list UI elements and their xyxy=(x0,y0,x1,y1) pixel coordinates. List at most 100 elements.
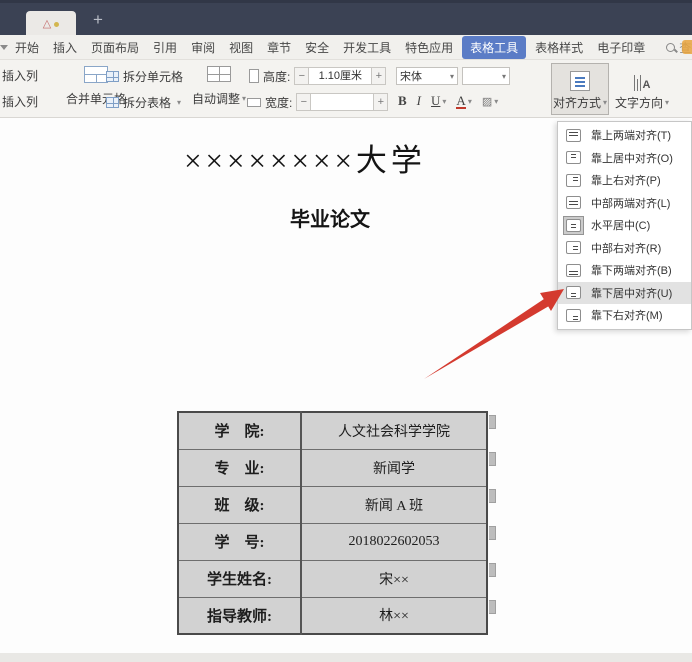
shading-icon: ▨ xyxy=(482,95,492,108)
menu-tab-table-tools[interactable]: 表格工具 xyxy=(462,36,526,59)
alignment-option-iconwrap xyxy=(563,306,584,325)
col-width-icon xyxy=(247,98,261,107)
document-tab[interactable]: △ xyxy=(26,11,76,38)
font-size-select[interactable]: ▾ xyxy=(462,67,510,85)
menu-tab[interactable]: 开发工具 xyxy=(336,36,398,59)
split-cells-button[interactable]: 拆分单元格 xyxy=(106,68,183,85)
alignment-menu-item[interactable]: 靠上两端对齐(T) xyxy=(558,124,691,147)
shading-button[interactable]: ▨ ▾ xyxy=(482,95,498,108)
insert-column-top-button[interactable]: 插入列 xyxy=(2,67,38,84)
field-value-cell[interactable]: 新闻学 xyxy=(301,449,487,486)
menu-tab[interactable]: 页面布局 xyxy=(84,36,146,59)
width-decrease-button[interactable]: − xyxy=(296,93,311,111)
alignment-icon xyxy=(570,71,590,91)
menu-items-right: 表格样式电子印章 xyxy=(528,36,652,59)
height-increase-button[interactable]: + xyxy=(371,67,386,85)
alignment-option-iconwrap xyxy=(563,238,584,257)
file-menu-caret[interactable] xyxy=(0,45,8,50)
row-height-icon xyxy=(249,69,259,83)
underline-button[interactable]: U ▾ xyxy=(431,93,446,109)
field-label-cell[interactable]: 学 院: xyxy=(178,412,301,449)
font-family-value: 宋体 xyxy=(400,68,422,84)
width-increase-button[interactable]: + xyxy=(373,93,388,111)
alignment-option-icon xyxy=(566,286,581,299)
row-resize-handle[interactable] xyxy=(489,600,496,614)
row-resize-handle[interactable] xyxy=(489,489,496,503)
table-row[interactable]: 学 号: 2018022602053 xyxy=(178,523,487,560)
alignment-option-icon xyxy=(566,129,581,142)
field-value-cell[interactable]: 人文社会科学学院 xyxy=(301,412,487,449)
share-icon[interactable] xyxy=(682,40,692,54)
bold-button[interactable]: B xyxy=(398,93,407,109)
menu-tab[interactable]: 视图 xyxy=(222,36,260,59)
alignment-menu-item[interactable]: 中部右对齐(R) xyxy=(558,237,691,260)
alignment-option-icon xyxy=(566,196,581,209)
row-height-label: 高度: xyxy=(263,68,290,85)
row-resize-handle[interactable] xyxy=(489,415,496,429)
menu-tab[interactable]: 表格样式 xyxy=(528,36,590,59)
field-value-cell[interactable]: 2018022602053 xyxy=(301,523,487,560)
italic-button[interactable]: I xyxy=(417,93,421,109)
alignment-menu-item[interactable]: 靠下居中对齐(U) xyxy=(558,282,691,305)
alignment-option-label: 靠上右对齐(P) xyxy=(591,172,661,188)
alignment-menu-item[interactable]: 靠下右对齐(M) xyxy=(558,304,691,327)
field-label-cell[interactable]: 专 业: xyxy=(178,449,301,486)
table-row[interactable]: 专 业: 新闻学 xyxy=(178,449,487,486)
font-family-select[interactable]: 宋体 ▾ xyxy=(396,67,458,85)
alignment-menu-item[interactable]: 靠上居中对齐(O) xyxy=(558,147,691,170)
row-resize-handle[interactable] xyxy=(489,452,496,466)
table-row[interactable]: 指导教师: 林×× xyxy=(178,597,487,634)
menu-tab[interactable]: 特色应用 xyxy=(398,36,460,59)
col-width-stepper: − + xyxy=(296,93,388,111)
alignment-option-iconwrap xyxy=(563,193,584,212)
cover-info-table[interactable]: 学 院: 人文社会科学学院 专 业: 新闻学 班 级: 新闻 A 班 学 号: … xyxy=(177,411,488,635)
alignment-button[interactable]: 对齐方式 ▾ xyxy=(551,63,609,115)
field-label-cell[interactable]: 班 级: xyxy=(178,486,301,523)
autofit-label: 自动调整 xyxy=(192,90,240,107)
alignment-option-label: 靠上两端对齐(T) xyxy=(591,127,671,143)
menu-tab[interactable]: 电子印章 xyxy=(590,36,652,59)
dropdown-caret-icon: ▾ xyxy=(603,98,607,107)
alignment-option-label: 中部右对齐(R) xyxy=(591,240,661,256)
new-tab-button[interactable]: + xyxy=(88,9,108,31)
underline-label: U xyxy=(431,93,440,109)
field-label-cell[interactable]: 学 号: xyxy=(178,523,301,560)
alignment-menu-item[interactable]: 中部两端对齐(L) xyxy=(558,192,691,215)
alignment-option-label: 中部两端对齐(L) xyxy=(591,195,670,211)
row-resize-handle[interactable] xyxy=(489,526,496,540)
height-decrease-button[interactable]: − xyxy=(294,67,309,85)
width-value-input[interactable] xyxy=(311,93,373,111)
text-direction-button[interactable]: A 文字方向 ▾ xyxy=(613,63,671,115)
row-resize-handle[interactable] xyxy=(489,563,496,577)
table-row[interactable]: 班 级: 新闻 A 班 xyxy=(178,486,487,523)
autofit-button[interactable]: 自动调整 ▾ xyxy=(190,66,248,107)
menu-items-left: 开始插入页面布局引用审阅视图章节安全开发工具特色应用 xyxy=(8,36,460,59)
table-row[interactable]: 学生姓名: 宋×× xyxy=(178,560,487,597)
text-direction-icon: A xyxy=(634,71,651,91)
row-height-stepper: − 1.10厘米 + xyxy=(294,67,386,85)
menu-tab[interactable]: 安全 xyxy=(298,36,336,59)
menu-tab[interactable]: 引用 xyxy=(146,36,184,59)
text-direction-label: 文字方向 xyxy=(615,94,663,111)
table-row[interactable]: 学 院: 人文社会科学学院 xyxy=(178,412,487,449)
field-value-cell[interactable]: 新闻 A 班 xyxy=(301,486,487,523)
field-label-cell[interactable]: 指导教师: xyxy=(178,597,301,634)
menu-tab[interactable]: 开始 xyxy=(8,36,46,59)
search-icon xyxy=(666,43,675,52)
alignment-menu-item[interactable]: 靠上右对齐(P) xyxy=(558,169,691,192)
menu-tab[interactable]: 章节 xyxy=(260,36,298,59)
alignment-option-iconwrap xyxy=(563,148,584,167)
field-value-cell[interactable]: 林×× xyxy=(301,597,487,634)
alignment-menu-item[interactable]: 靠下两端对齐(B) xyxy=(558,259,691,282)
alignment-menu-item[interactable]: 水平居中(C) xyxy=(558,214,691,237)
menu-tab[interactable]: 审阅 xyxy=(184,36,222,59)
font-color-button[interactable]: A ▾ xyxy=(456,94,471,109)
height-value-input[interactable]: 1.10厘米 xyxy=(309,67,371,85)
menu-tab[interactable]: 插入 xyxy=(46,36,84,59)
insert-column-bottom-button[interactable]: 插入列 xyxy=(2,93,38,110)
field-label-cell[interactable]: 学生姓名: xyxy=(178,560,301,597)
chevron-down-icon xyxy=(0,45,8,50)
split-table-button[interactable]: 拆分表格 ▾ xyxy=(106,94,181,111)
dropdown-caret-icon: ▾ xyxy=(665,98,669,107)
field-value-cell[interactable]: 宋×× xyxy=(301,560,487,597)
